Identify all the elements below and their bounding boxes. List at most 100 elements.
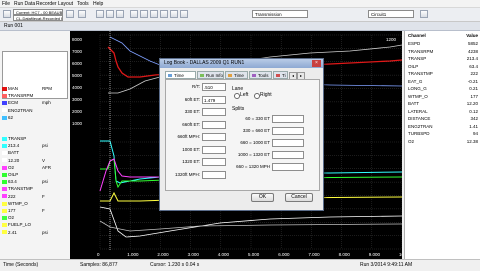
channel-legend-item[interactable]: O2 AFR bbox=[2, 165, 51, 170]
overlay-icon[interactable] bbox=[140, 10, 148, 18]
channel-legend-item[interactable]: FUELP_LO bbox=[2, 222, 31, 227]
tab-time[interactable]: Time bbox=[225, 71, 248, 79]
channel-legend-item[interactable]: WTMP_O bbox=[2, 201, 28, 206]
time-input-field[interactable] bbox=[202, 145, 226, 154]
channel-value-row[interactable]: TRANSTMP 222 bbox=[408, 71, 478, 76]
y-axis-labels: 8000 7000 6000 5000 4000 3000 2000 1000 bbox=[72, 37, 83, 126]
tab-ti[interactable]: Ti bbox=[273, 71, 288, 79]
channel-legend-item[interactable]: ECM mph bbox=[2, 100, 51, 105]
run-tab-bar: Run 001 bbox=[0, 22, 480, 31]
channel-value-row[interactable]: ESPD 5852 bbox=[408, 41, 478, 46]
channel-value-row[interactable]: BATT 12.20 bbox=[408, 101, 478, 106]
tab-run[interactable]: Run 001 bbox=[4, 23, 23, 29]
x-tick-label: 10.000 bbox=[399, 252, 402, 257]
channel-legend-item[interactable]: ENG2TRAN bbox=[2, 108, 33, 113]
layout-menu-icon[interactable] bbox=[420, 10, 428, 18]
split-value-field[interactable] bbox=[272, 151, 304, 159]
close-icon[interactable]: × bbox=[312, 60, 321, 67]
dialog-title-bar[interactable]: Log Book - DALLAS 2009 Q1 RUN1 × bbox=[160, 59, 323, 68]
time-input-field[interactable] bbox=[202, 158, 226, 166]
channel-legend-item[interactable]: 177 F bbox=[2, 208, 45, 213]
cancel-button[interactable]: Cancel bbox=[285, 193, 313, 202]
channel-legend-item[interactable]: BATT bbox=[2, 150, 19, 155]
tab-run-info[interactable]: Run Info bbox=[197, 71, 224, 79]
channel-legend-item[interactable]: TRANSTMP bbox=[2, 186, 33, 191]
field-label: R/T: bbox=[191, 84, 200, 89]
channel-legend-item[interactable]: TRANSP bbox=[2, 136, 26, 141]
channel-value-row[interactable]: TURBSPD 94 bbox=[408, 131, 478, 136]
time-input-field[interactable] bbox=[202, 120, 226, 129]
run-select[interactable]: CL-Datafilecat-Recorded Run bbox=[13, 15, 63, 21]
channel-value-row[interactable]: EAT_G -0.21 bbox=[408, 79, 478, 84]
channel-value: 177 bbox=[470, 93, 478, 99]
menu-recorder[interactable]: Recorder bbox=[36, 1, 57, 7]
zoom-in-icon[interactable] bbox=[106, 10, 114, 18]
print-icon[interactable] bbox=[160, 10, 168, 18]
time-input-field[interactable] bbox=[202, 133, 226, 141]
split-value-field[interactable] bbox=[272, 139, 304, 147]
channel-value: 63.4 bbox=[469, 63, 478, 69]
channel-value-row[interactable]: LONG_G 0.21 bbox=[408, 86, 478, 91]
channel-legend-item[interactable]: 12.20 V bbox=[2, 157, 45, 163]
y-tick-label: 1000 bbox=[72, 121, 83, 126]
open-icon[interactable] bbox=[3, 10, 11, 18]
channel-color-swatch bbox=[2, 158, 7, 163]
channel-legend-item[interactable]: TRANSRPM bbox=[2, 93, 33, 98]
channel-legend-item[interactable]: 2.41 psi bbox=[2, 230, 48, 235]
channel-legend-item[interactable]: OILP bbox=[2, 172, 18, 177]
time-input-field[interactable] bbox=[202, 170, 226, 179]
channel-value-row[interactable]: TRANSP 213.4 bbox=[408, 56, 478, 61]
export-icon[interactable] bbox=[170, 10, 178, 18]
channel-value-row[interactable]: O2 12.38 bbox=[408, 139, 478, 144]
channel-label: 222 bbox=[8, 193, 16, 199]
folder-icon[interactable] bbox=[78, 10, 86, 18]
channel-value: 12.20 bbox=[466, 101, 478, 106]
tab-tools[interactable]: Tools bbox=[249, 71, 272, 79]
channel-value-row[interactable]: DISTANCE 342 bbox=[408, 116, 478, 121]
time-input-field[interactable]: .510 bbox=[202, 83, 226, 91]
channel-label: 177 bbox=[8, 208, 16, 213]
channel-color-swatch bbox=[2, 201, 7, 206]
refresh-icon[interactable] bbox=[66, 10, 74, 18]
menu-help[interactable]: Help bbox=[93, 1, 103, 7]
field-label: 660ft MPH: bbox=[177, 134, 200, 139]
layout-select[interactable]: Circuit1 bbox=[368, 10, 414, 18]
top-right-tick-label: 1200 bbox=[386, 37, 397, 42]
split-value-field[interactable] bbox=[272, 163, 304, 171]
channel-value-row[interactable]: LATERAL 0.12 bbox=[408, 109, 478, 114]
channel-legend-item[interactable]: 213.4 psi bbox=[2, 143, 48, 148]
channel-legend-item[interactable]: MAN RPM bbox=[2, 86, 52, 91]
menu-layout[interactable]: Layout bbox=[58, 1, 73, 7]
x-tick-label: 0 bbox=[97, 252, 100, 257]
menu-tools[interactable]: Tools bbox=[77, 1, 89, 7]
time-input-field[interactable] bbox=[202, 108, 226, 116]
lane-right-label: Right bbox=[260, 92, 272, 98]
settings-icon[interactable] bbox=[180, 10, 188, 18]
channel-legend-item[interactable]: O2 bbox=[2, 215, 14, 220]
ti-icon bbox=[276, 74, 280, 77]
table-icon[interactable] bbox=[150, 10, 158, 18]
zoom-out-icon[interactable] bbox=[116, 10, 124, 18]
session-select[interactable]: Transmission bbox=[252, 10, 308, 18]
channel-value-row[interactable]: TRANSRPM 4238 bbox=[408, 49, 478, 54]
split-value-field[interactable] bbox=[272, 115, 304, 123]
channel-label: 12.20 bbox=[8, 157, 20, 163]
ok-button[interactable]: OK bbox=[251, 193, 274, 202]
channel-value-row[interactable]: OILP 63.4 bbox=[408, 64, 478, 69]
channel-name: ESPD bbox=[408, 41, 421, 46]
channel-legend-item[interactable]: 62 bbox=[2, 115, 13, 120]
channel-legend-item[interactable]: 222 F bbox=[2, 193, 45, 199]
time-input-field[interactable]: 1.479 bbox=[202, 95, 226, 104]
chart-icon[interactable] bbox=[96, 10, 104, 18]
top-channel-box bbox=[2, 51, 68, 99]
channel-legend-item[interactable]: 63.4 psi bbox=[2, 179, 48, 184]
channel-name: EAT_G bbox=[408, 78, 423, 84]
split-value-field[interactable] bbox=[272, 127, 304, 135]
menu-file[interactable]: File bbox=[2, 1, 10, 7]
tab-time-sheet[interactable]: Time Sheet bbox=[165, 71, 196, 85]
menu-run-data[interactable]: Run Data bbox=[14, 1, 35, 7]
channel-value-row[interactable]: ENG2TRAN 1.41 bbox=[408, 124, 478, 129]
cursor-icon[interactable] bbox=[130, 10, 138, 18]
channel-name: TRANSP bbox=[408, 56, 427, 61]
channel-value-row[interactable]: WTMP_O 177 bbox=[408, 94, 478, 99]
